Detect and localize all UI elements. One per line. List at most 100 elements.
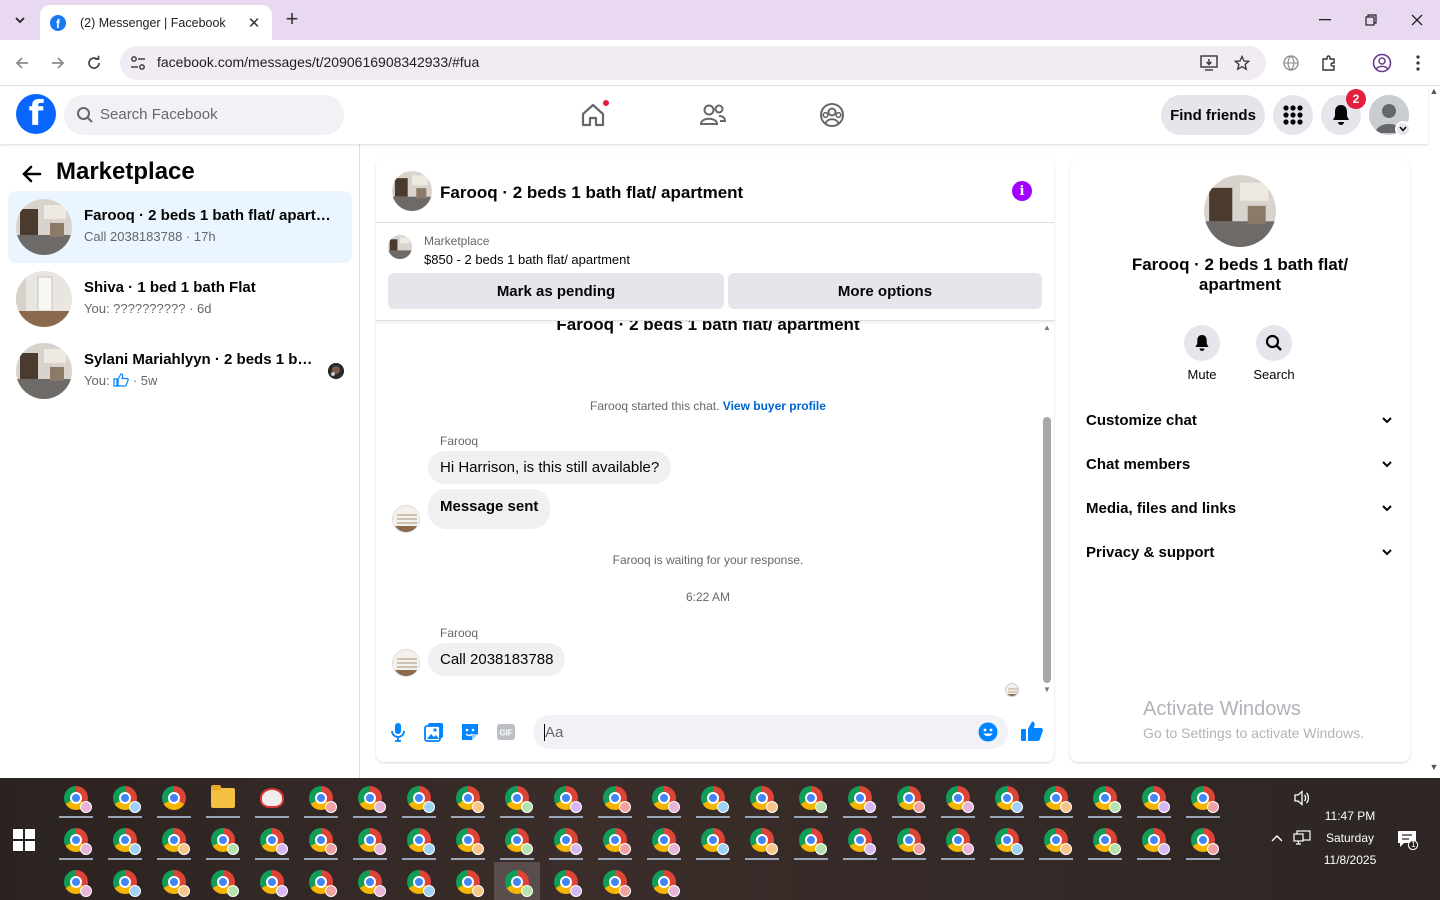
chrome-taskbar-button[interactable] (396, 820, 442, 860)
page-scroll-up-arrow[interactable]: ▲ (1428, 86, 1440, 100)
scroll-down-arrow[interactable]: ▼ (1040, 685, 1054, 694)
message-bubble[interactable]: Hi Harrison, is this still available? (428, 451, 672, 484)
clock-date[interactable]: 11/8/2025 (1310, 853, 1390, 867)
chrome-taskbar-button[interactable] (739, 820, 785, 860)
chrome-taskbar-button[interactable] (298, 778, 344, 818)
chrome-taskbar-button[interactable] (151, 778, 197, 818)
chrome-taskbar-button[interactable] (396, 862, 442, 900)
install-app-icon[interactable] (1199, 53, 1219, 73)
chrome-taskbar-button[interactable] (984, 820, 1030, 860)
facebook-logo-icon[interactable]: f (16, 94, 56, 134)
account-chevron-icon[interactable] (1395, 121, 1411, 137)
chrome-taskbar-button[interactable] (445, 862, 491, 900)
chrome-taskbar-button[interactable] (494, 778, 540, 818)
tab-close-icon[interactable]: ✕ (246, 14, 262, 32)
show-hidden-icons-chevron-icon[interactable] (1268, 832, 1286, 846)
chrome-taskbar-button[interactable] (935, 820, 981, 860)
address-bar[interactable]: facebook.com/messages/t/2090616908342933… (120, 46, 1266, 80)
chrome-taskbar-button[interactable] (837, 778, 883, 818)
chrome-taskbar-button[interactable] (690, 820, 736, 860)
chrome-taskbar-button[interactable] (200, 820, 246, 860)
chrome-taskbar-button[interactable] (788, 820, 834, 860)
chrome-taskbar-button[interactable] (298, 862, 344, 900)
scroll-up-arrow[interactable]: ▲ (1040, 323, 1054, 332)
chrome-taskbar-button[interactable] (690, 778, 736, 818)
chrome-taskbar-button[interactable] (151, 862, 197, 900)
chrome-taskbar-button[interactable] (543, 778, 589, 818)
chrome-taskbar-button[interactable] (592, 778, 638, 818)
network-icon[interactable] (1292, 830, 1312, 849)
chrome-taskbar-button[interactable] (445, 778, 491, 818)
mark-as-pending-button[interactable]: Mark as pending (388, 273, 724, 309)
search-in-conversation-button[interactable]: Search (1244, 325, 1304, 382)
scrollbar-thumb[interactable] (1043, 417, 1051, 683)
chrome-taskbar-button[interactable] (788, 778, 834, 818)
paint-taskbar-button[interactable] (249, 778, 295, 818)
chrome-taskbar-button[interactable] (1131, 778, 1177, 818)
chat-thumbnail[interactable] (392, 171, 432, 211)
clock-time[interactable]: 11:47 PM (1310, 809, 1390, 823)
chrome-taskbar-button[interactable] (641, 820, 687, 860)
sender-avatar[interactable] (392, 649, 420, 677)
chrome-taskbar-button[interactable] (347, 862, 393, 900)
windows-start-icon[interactable] (13, 829, 35, 851)
attach-photo-button[interactable] (423, 721, 445, 743)
chrome-taskbar-button[interactable] (1033, 778, 1079, 818)
chrome-taskbar-button[interactable] (249, 862, 295, 900)
chrome-taskbar-button[interactable] (641, 778, 687, 818)
minimize-button[interactable] (1302, 0, 1348, 40)
chrome-taskbar-button[interactable] (445, 820, 491, 860)
chrome-taskbar-button[interactable] (151, 820, 197, 860)
chrome-profile-icon[interactable] (1371, 52, 1393, 74)
new-tab-button[interactable]: + (280, 8, 304, 32)
chrome-menu-icon[interactable] (1407, 52, 1429, 74)
volume-icon[interactable] (1292, 790, 1312, 809)
privacy-support-section[interactable]: Privacy & support (1086, 540, 1394, 564)
chrome-taskbar-button[interactable] (1082, 820, 1128, 860)
conversation-item[interactable]: Shiva · 1 bed 1 bath Flat You: ?????????… (8, 263, 352, 335)
chrome-taskbar-button[interactable] (1180, 820, 1226, 860)
chrome-taskbar-button[interactable] (592, 862, 638, 900)
conversation-item[interactable]: Farooq · 2 beds 1 bath flat/ apartm... C… (8, 191, 352, 263)
chrome-taskbar-button[interactable] (494, 862, 540, 900)
chrome-taskbar-button[interactable] (249, 820, 295, 860)
tab-search-button[interactable] (8, 9, 32, 31)
translate-globe-icon[interactable] (1280, 52, 1302, 74)
chrome-taskbar-button[interactable] (347, 820, 393, 860)
forward-button[interactable] (45, 50, 71, 76)
media-files-links-section[interactable]: Media, files and links (1086, 496, 1394, 520)
browser-tab[interactable]: f (2) Messenger | Facebook ✕ (40, 5, 272, 40)
chrome-taskbar-button[interactable] (984, 778, 1030, 818)
find-friends-button[interactable]: Find friends (1161, 95, 1265, 135)
facebook-search-input[interactable]: Search Facebook (64, 95, 344, 135)
thread-scrollbar[interactable]: ▲ ▼ (1040, 321, 1054, 699)
chrome-taskbar-button[interactable] (494, 820, 540, 860)
gif-button[interactable]: GIF (495, 721, 517, 743)
voice-clip-button[interactable] (387, 721, 409, 743)
mute-button[interactable]: Mute (1172, 325, 1232, 382)
site-info-icon[interactable] (129, 54, 147, 72)
chrome-taskbar-button[interactable] (298, 820, 344, 860)
chrome-taskbar-button[interactable] (102, 862, 148, 900)
conversation-item[interactable]: Sylani Mariahlyyn · 2 beds 1 bat... You:… (8, 335, 352, 407)
chrome-taskbar-button[interactable] (1082, 778, 1128, 818)
chrome-taskbar-button[interactable] (200, 862, 246, 900)
back-button[interactable] (9, 50, 35, 76)
chat-members-section[interactable]: Chat members (1086, 452, 1394, 476)
chrome-taskbar-button[interactable] (102, 778, 148, 818)
listing-photo[interactable] (1204, 175, 1276, 247)
chrome-taskbar-button[interactable] (592, 820, 638, 860)
action-center-button[interactable]: 1 (1397, 830, 1419, 851)
chrome-taskbar-button[interactable] (53, 820, 99, 860)
chrome-taskbar-button[interactable] (1033, 820, 1079, 860)
page-scroll-down-arrow[interactable]: ▼ (1428, 762, 1440, 776)
chrome-taskbar-button[interactable] (641, 862, 687, 900)
chat-title[interactable]: Farooq · 2 beds 1 bath flat/ apartment (440, 183, 743, 203)
groups-nav-button[interactable] (813, 96, 851, 134)
file-explorer-taskbar-button[interactable] (200, 778, 246, 818)
message-input[interactable]: Aa (533, 715, 1008, 749)
chrome-taskbar-button[interactable] (543, 820, 589, 860)
reload-button[interactable] (81, 50, 107, 76)
close-window-button[interactable] (1394, 0, 1440, 40)
chrome-taskbar-button[interactable] (1131, 820, 1177, 860)
